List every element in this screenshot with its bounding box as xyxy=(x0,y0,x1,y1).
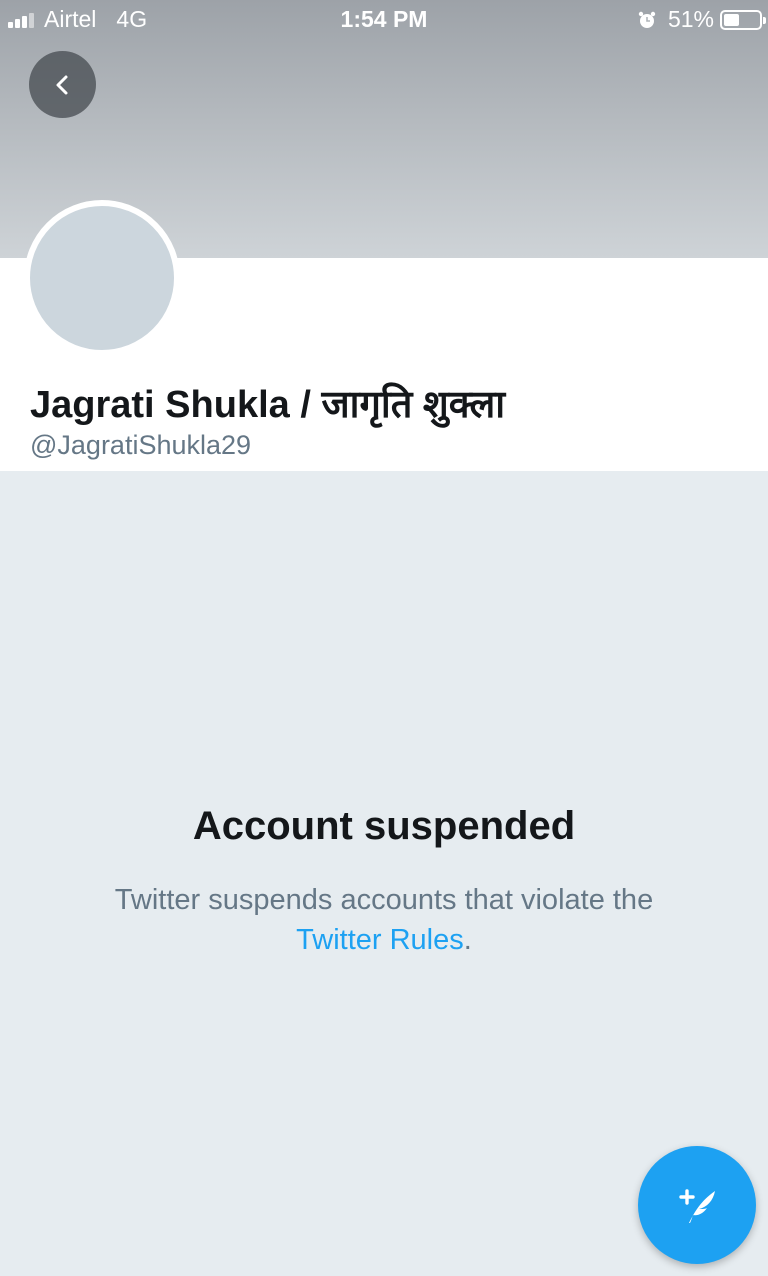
battery-percentage: 51% xyxy=(667,6,714,32)
status-bar: Airtel 4G 1:54 PM 51% xyxy=(0,0,768,38)
chevron-left-icon xyxy=(56,75,67,94)
suspended-message: Twitter suspends accounts that violate t… xyxy=(0,880,768,960)
suspended-notice: Account suspended Twitter suspends accou… xyxy=(0,800,768,960)
back-button[interactable] xyxy=(29,51,96,118)
alarm-icon xyxy=(638,11,656,28)
suspended-message-suffix: . xyxy=(463,924,472,956)
suspended-title: Account suspended xyxy=(192,804,576,848)
battery-fill xyxy=(724,13,740,26)
battery-icon xyxy=(720,9,766,30)
compose-tweet-button[interactable] xyxy=(638,1146,756,1264)
suspended-message-text: Twitter suspends accounts that violate t… xyxy=(114,884,654,916)
avatar[interactable] xyxy=(24,200,180,356)
user-handle: @JagratiShukla29 xyxy=(30,430,252,460)
status-right: 51% xyxy=(638,6,766,33)
profile-screen: Airtel 4G 1:54 PM 51% Jagrati Shukla / ज… xyxy=(0,0,768,1276)
display-name: Jagrati Shukla / जागृति शुक्ला xyxy=(30,384,506,426)
twitter-rules-link[interactable]: Twitter Rules xyxy=(296,924,464,956)
compose-tweet-icon xyxy=(679,1189,715,1223)
